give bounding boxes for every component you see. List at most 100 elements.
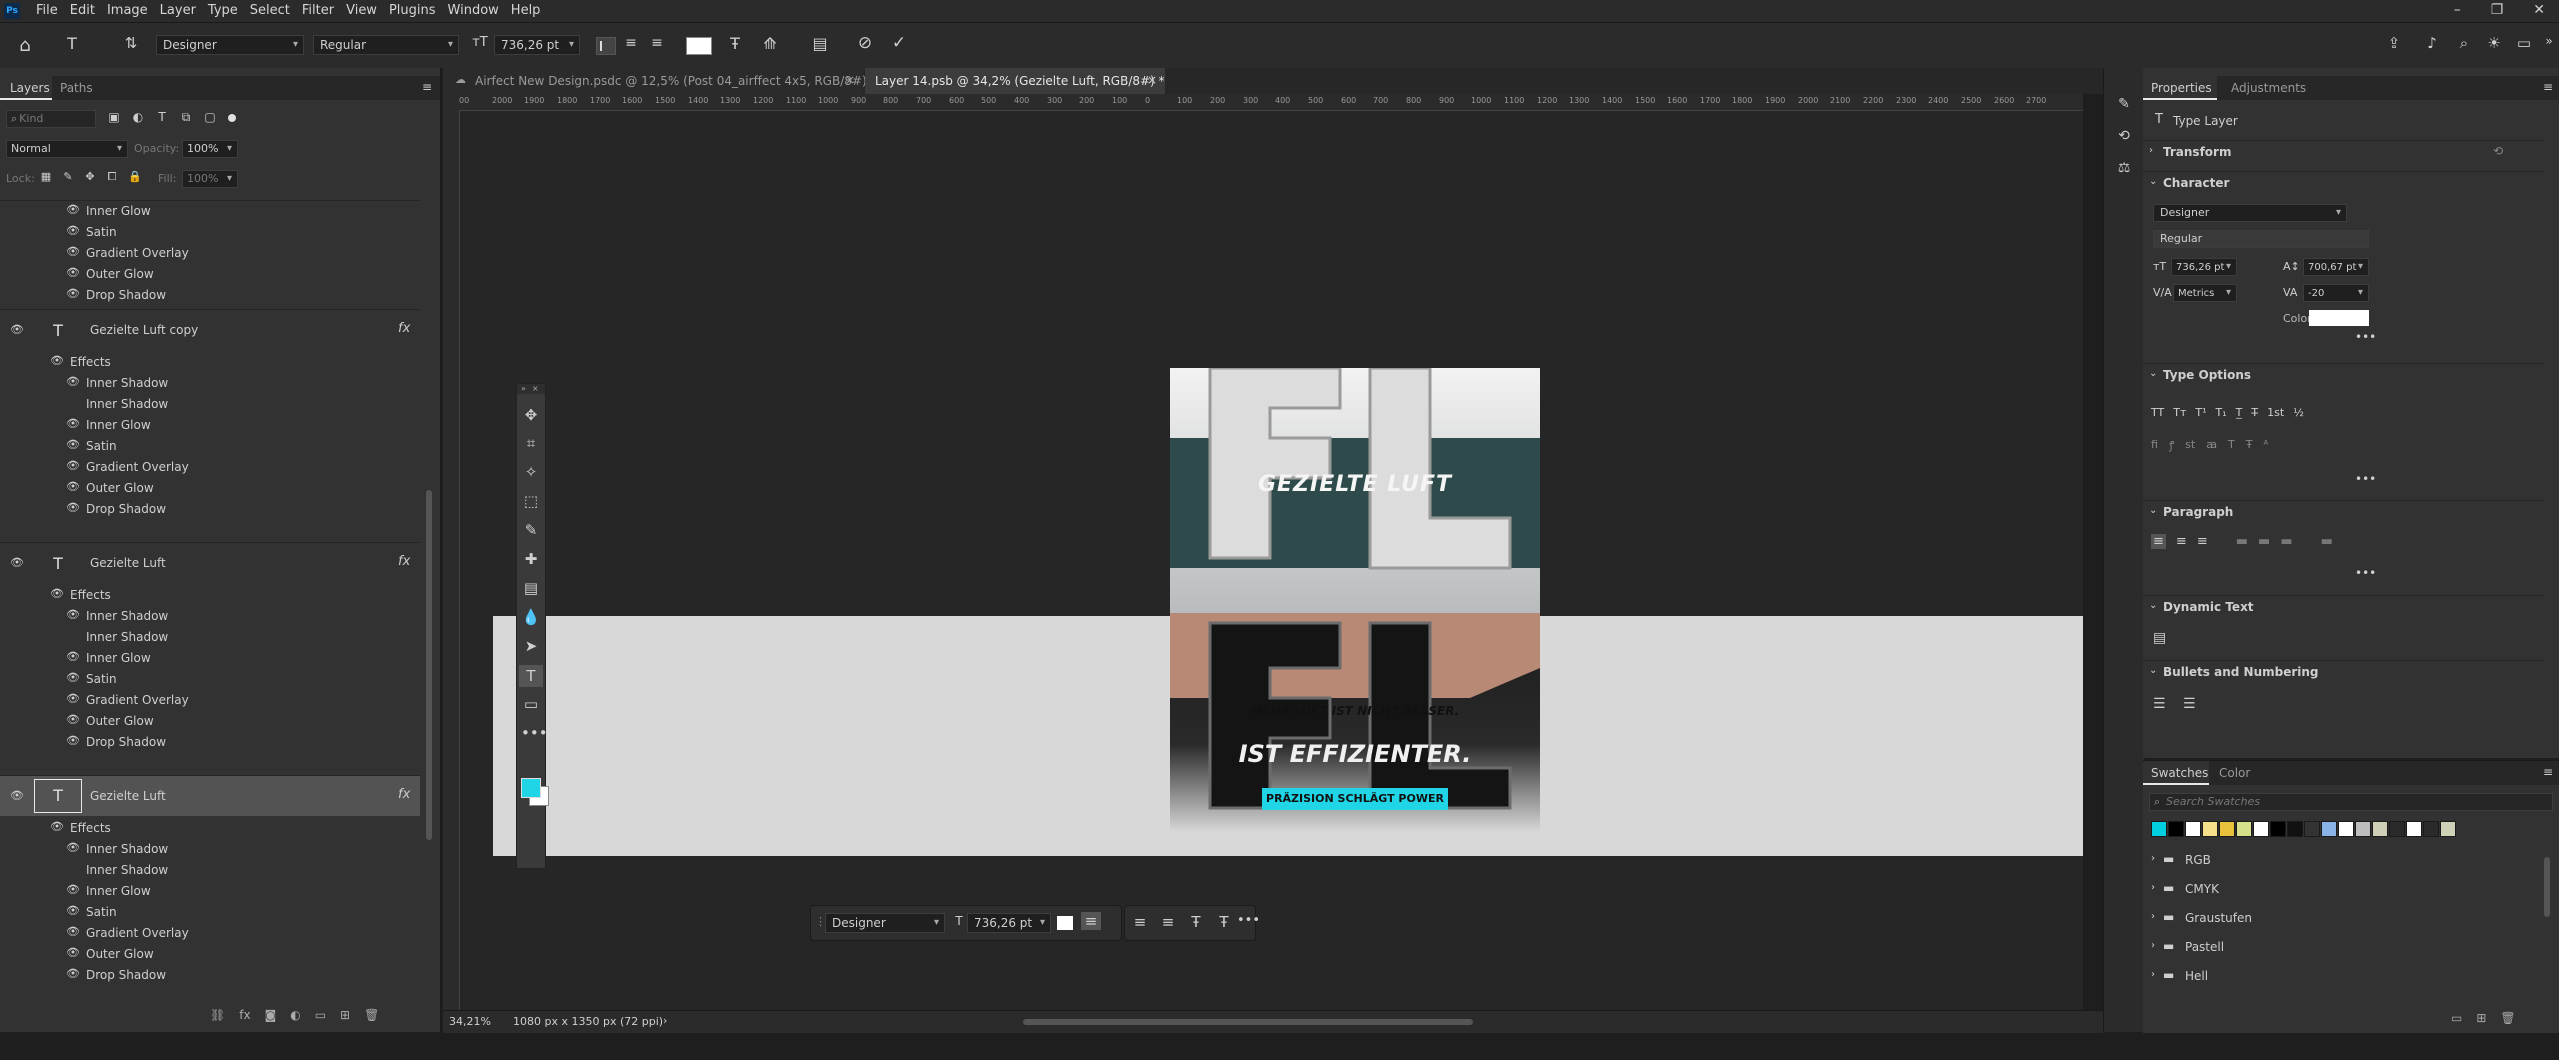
color-swatch[interactable] — [2440, 821, 2456, 837]
trash-icon[interactable]: 🗑 — [364, 1008, 379, 1022]
lock-artboard-icon[interactable]: ⧠ — [106, 170, 118, 184]
tab-properties[interactable]: Properties — [2143, 76, 2217, 100]
prop-kerning-field[interactable]: Metrics ▾ — [2173, 284, 2237, 302]
justify-center-icon[interactable]: ▬ — [2258, 534, 2270, 549]
effect-row[interactable]: 👁 Drop Shadow — [0, 732, 420, 753]
zoom-level[interactable]: 34,21% — [449, 1015, 491, 1028]
font-size-select[interactable]: 736,26 pt ▾ — [494, 35, 580, 55]
menu-image[interactable]: Image — [107, 3, 148, 18]
gradient-tool-icon[interactable]: ▤ — [521, 579, 541, 597]
healing-tool-icon[interactable]: ✚ — [521, 550, 541, 568]
swatch-group-row[interactable]: › ▬ Hell — [2149, 963, 2539, 992]
bullets-header[interactable]: ⌄ Bullets and Numbering — [2143, 660, 2543, 681]
doc-tab[interactable]: ☁ Airfect New Design.psdc @ 12,5% (Post … — [443, 68, 867, 94]
contextual-icon[interactable]: Ŧ — [2246, 438, 2253, 453]
eye-icon[interactable]: 👁 — [10, 556, 24, 569]
effect-row[interactable]: 👁 Outer Glow — [0, 478, 420, 499]
brush-tool-icon[interactable]: ✎ — [521, 521, 541, 539]
magic-wand-tool-icon[interactable]: ✧ — [521, 463, 541, 481]
warp-text-icon[interactable]: Ŧ — [724, 34, 746, 53]
effect-row[interactable]: Inner Shadow — [0, 394, 420, 415]
notifications-icon[interactable]: ♪ — [2422, 34, 2442, 52]
menu-filter[interactable]: Filter — [302, 3, 334, 18]
effect-row[interactable]: 👁 Inner Glow — [0, 648, 420, 669]
eye-icon[interactable]: 👁 — [66, 501, 80, 514]
prop-font-style-select[interactable]: Regular — [2153, 230, 2369, 248]
rectangle-tool-icon[interactable]: ▭ — [521, 695, 541, 713]
effect-row[interactable]: 👁 Inner Glow — [0, 415, 420, 436]
marquee-tool-icon[interactable]: ⬚ — [521, 492, 541, 510]
status-arrow-icon[interactable]: › — [663, 1014, 667, 1027]
layer-row[interactable]: 👁 T Gezielte Luft fx — [0, 543, 420, 583]
effect-row[interactable]: 👁 Drop Shadow — [0, 285, 420, 306]
close-tab-icon[interactable]: × — [1147, 73, 1157, 87]
layers-scrollbar[interactable] — [424, 200, 434, 1060]
menu-file[interactable]: File — [36, 3, 58, 18]
color-swatch[interactable] — [2270, 821, 2286, 837]
eye-icon[interactable]: 👁 — [66, 459, 80, 472]
scrollbar-thumb[interactable] — [426, 490, 432, 840]
eye-icon[interactable]: 👁 — [66, 438, 80, 451]
align-center-icon[interactable]: ≡ — [622, 35, 640, 51]
eye-icon[interactable]: 👁 — [50, 587, 64, 600]
menu-window[interactable]: Window — [448, 3, 499, 18]
eye-icon[interactable]: 👁 — [66, 480, 80, 493]
align-right-icon[interactable]: ≡ — [1159, 913, 1177, 931]
menu-type[interactable]: Type — [208, 3, 238, 18]
eye-icon[interactable]: 👁 — [66, 841, 80, 854]
eye-icon[interactable]: 👁 — [66, 287, 80, 300]
close-icon[interactable]: × — [532, 384, 539, 393]
eye-icon[interactable]: 👁 — [50, 354, 64, 367]
blur-tool-icon[interactable]: 💧 — [521, 608, 541, 626]
character-panel-icon[interactable]: ▤ — [810, 34, 830, 53]
effect-row[interactable]: 👁 Drop Shadow — [0, 499, 420, 520]
color-swatch[interactable] — [2321, 821, 2337, 837]
titling-icon[interactable]: T — [2228, 438, 2235, 453]
justify-right-icon[interactable]: ▬ — [2280, 534, 2292, 549]
color-swatch[interactable] — [2355, 821, 2371, 837]
swatch-group-row[interactable]: › ▬ Pastell — [2149, 934, 2539, 963]
effects-row[interactable]: 👁 Effects — [0, 818, 420, 839]
tab-layers[interactable]: Layers — [0, 76, 52, 100]
numbered-list-icon[interactable]: ☰ — [2183, 696, 2196, 712]
foreground-color-swatch[interactable] — [521, 778, 541, 798]
ligature-icon[interactable]: fi — [2151, 438, 2158, 453]
discover-icon[interactable]: ☀ — [2484, 34, 2504, 52]
tab-adjustments[interactable]: Adjustments — [2223, 76, 2313, 100]
more-options-icon[interactable]: ••• — [1237, 913, 1260, 928]
fx-icon[interactable]: fx — [398, 554, 410, 569]
more-options-icon[interactable]: ••• — [2355, 566, 2376, 580]
character-section-header[interactable]: ⌄ Character — [2143, 171, 2543, 192]
prop-tracking-field[interactable]: -20 ▾ — [2303, 284, 2369, 302]
dynamic-text-icon[interactable]: ▤ — [2153, 630, 2166, 646]
effect-row[interactable]: Inner Shadow — [0, 627, 420, 648]
color-swatch[interactable] — [2253, 821, 2269, 837]
subscript-icon[interactable]: T₁ — [2216, 406, 2227, 419]
more-tools-icon[interactable]: ••• — [521, 724, 548, 742]
eye-icon[interactable]: 👁 — [66, 224, 80, 237]
align-right-icon[interactable]: ≡ — [648, 35, 666, 51]
crop-tool-icon[interactable]: ⌗ — [521, 434, 541, 452]
panel-menu-icon[interactable]: ≡ — [2541, 765, 2555, 779]
workspace-icon[interactable]: ▭ — [2514, 34, 2534, 52]
collapse-icon[interactable]: » — [2542, 34, 2556, 48]
layer-row-selected[interactable]: 👁 T Gezielte Luft fx — [0, 776, 420, 816]
canvas-area[interactable]: GEZIELTE LUFT MEHR LUFT IST NICHT BESSER… — [460, 111, 2083, 1010]
new-swatch-icon[interactable]: ⊞ — [2476, 1011, 2486, 1025]
eye-icon[interactable]: 👁 — [66, 650, 80, 663]
color-swatch[interactable] — [2202, 821, 2218, 837]
move-tool-icon[interactable]: ✥ — [521, 406, 541, 424]
effect-row[interactable]: 👁 Satin — [0, 669, 420, 690]
tab-swatches[interactable]: Swatches — [2143, 761, 2209, 785]
color-swatch[interactable] — [2389, 821, 2405, 837]
share-icon[interactable]: ⇪ — [2384, 34, 2404, 52]
panel-menu-icon[interactable]: ≡ — [420, 80, 434, 94]
align-left-icon[interactable]: ≡ — [2151, 534, 2166, 549]
color-swatch[interactable] — [2338, 821, 2354, 837]
mask-icon[interactable]: ◙ — [265, 1008, 277, 1022]
canvas-scrollbar-horizontal[interactable] — [1023, 1019, 1473, 1025]
fx-icon[interactable]: fx — [398, 321, 410, 336]
effect-row[interactable]: 👁 Gradient Overlay — [0, 457, 420, 478]
effects-row[interactable]: 👁 Effects — [0, 585, 420, 606]
transform-section-header[interactable]: › Transform ⟲ — [2143, 140, 2543, 161]
